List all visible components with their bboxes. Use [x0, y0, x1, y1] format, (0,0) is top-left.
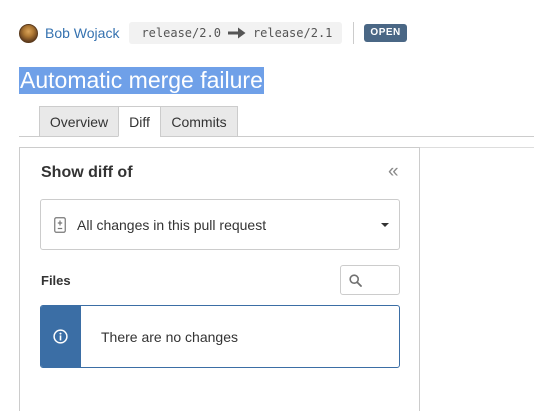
tab-overview[interactable]: Overview	[39, 106, 119, 137]
chevron-down-icon	[381, 223, 389, 227]
author-link[interactable]: Bob Wojack	[45, 25, 119, 41]
header-divider	[353, 22, 355, 44]
diff-scope-select[interactable]: All changes in this pull request	[40, 199, 400, 250]
arrow-right-icon	[227, 27, 246, 39]
tab-commits[interactable]: Commits	[160, 106, 238, 137]
branch-info: release/2.0 release/2.1	[129, 22, 343, 44]
no-changes-message: There are no changes	[40, 305, 400, 368]
target-branch[interactable]: release/2.1	[253, 26, 332, 40]
diff-sidebar: Show diff of « All changes in this pull …	[19, 147, 420, 411]
source-branch[interactable]: release/2.0	[141, 26, 220, 40]
notice-text: There are no changes	[101, 329, 238, 345]
diff-icon	[54, 217, 66, 233]
search-icon	[349, 274, 362, 287]
avatar[interactable]	[19, 23, 38, 43]
diff-scope-selected: All changes in this pull request	[77, 217, 267, 233]
pull-request-header: Bob Wojack release/2.0 release/2.1 OPEN	[19, 20, 407, 46]
info-icon	[53, 329, 68, 344]
file-search-input[interactable]	[340, 265, 400, 295]
status-badge: OPEN	[364, 24, 407, 42]
tab-diff[interactable]: Diff	[118, 106, 161, 137]
content-divider	[419, 147, 534, 148]
panel-title: Show diff of	[41, 164, 133, 181]
files-label: Files	[41, 273, 71, 288]
page-title: Automatic merge failure	[19, 67, 264, 94]
double-chevron-left-icon[interactable]: «	[388, 161, 399, 183]
